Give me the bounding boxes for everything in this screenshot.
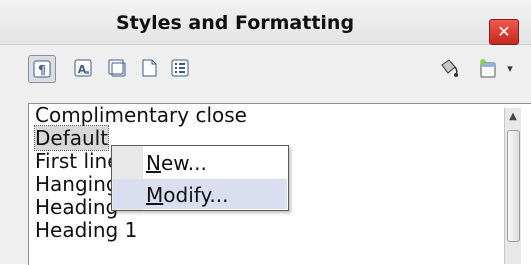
scroll-thumb[interactable] bbox=[507, 130, 520, 242]
character-styles-button[interactable]: A bbox=[70, 55, 96, 81]
fill-format-mode-button[interactable] bbox=[436, 55, 462, 81]
chevron-down-icon[interactable]: ▾ bbox=[507, 62, 513, 75]
close-button[interactable]: ✕ bbox=[489, 19, 519, 45]
paragraph-styles-icon: ¶ bbox=[33, 60, 51, 78]
list-item[interactable]: Complimentary close bbox=[35, 104, 247, 127]
new-style-from-selection-button[interactable]: ▾ bbox=[469, 55, 521, 81]
new-style-from-selection-icon bbox=[480, 59, 496, 78]
chevron-up-icon: ▲ bbox=[509, 110, 517, 122]
svg-text:¶: ¶ bbox=[38, 63, 46, 77]
page-styles-icon bbox=[142, 59, 157, 77]
fill-format-mode-icon bbox=[441, 59, 458, 77]
close-icon: ✕ bbox=[497, 22, 511, 41]
panel-title: Styles and Formatting bbox=[115, 12, 355, 34]
panel-titlebar: Styles and Formatting ✕ bbox=[0, 0, 531, 45]
list-styles-icon bbox=[171, 59, 189, 77]
list-styles-button[interactable] bbox=[167, 55, 193, 81]
menu-item-new[interactable]: New... bbox=[113, 147, 287, 177]
list-item-selected[interactable]: Default bbox=[33, 125, 110, 151]
context-menu: New... Modify... bbox=[111, 145, 289, 211]
paragraph-styles-button[interactable]: ¶ bbox=[28, 55, 56, 83]
svg-text:A: A bbox=[78, 63, 87, 76]
frame-styles-icon bbox=[108, 59, 126, 77]
page-styles-button[interactable] bbox=[136, 55, 162, 81]
list-item[interactable]: Heading 1 bbox=[35, 219, 137, 242]
style-category-toolbar: ¶ A ▾ bbox=[0, 45, 531, 103]
scroll-up-button[interactable]: ▲ bbox=[505, 108, 521, 124]
vertical-scrollbar[interactable]: ▲ bbox=[504, 108, 521, 264]
menu-item-label: Modify... bbox=[146, 183, 229, 207]
list-item[interactable]: Heading bbox=[35, 196, 118, 219]
menu-item-label: New... bbox=[146, 151, 207, 175]
styles-and-formatting-panel: Styles and Formatting ✕ ¶ A ▾ Compliment… bbox=[0, 0, 531, 265]
frame-styles-button[interactable] bbox=[104, 55, 130, 81]
menu-item-modify[interactable]: Modify... bbox=[113, 179, 287, 209]
character-styles-icon: A bbox=[74, 59, 92, 77]
